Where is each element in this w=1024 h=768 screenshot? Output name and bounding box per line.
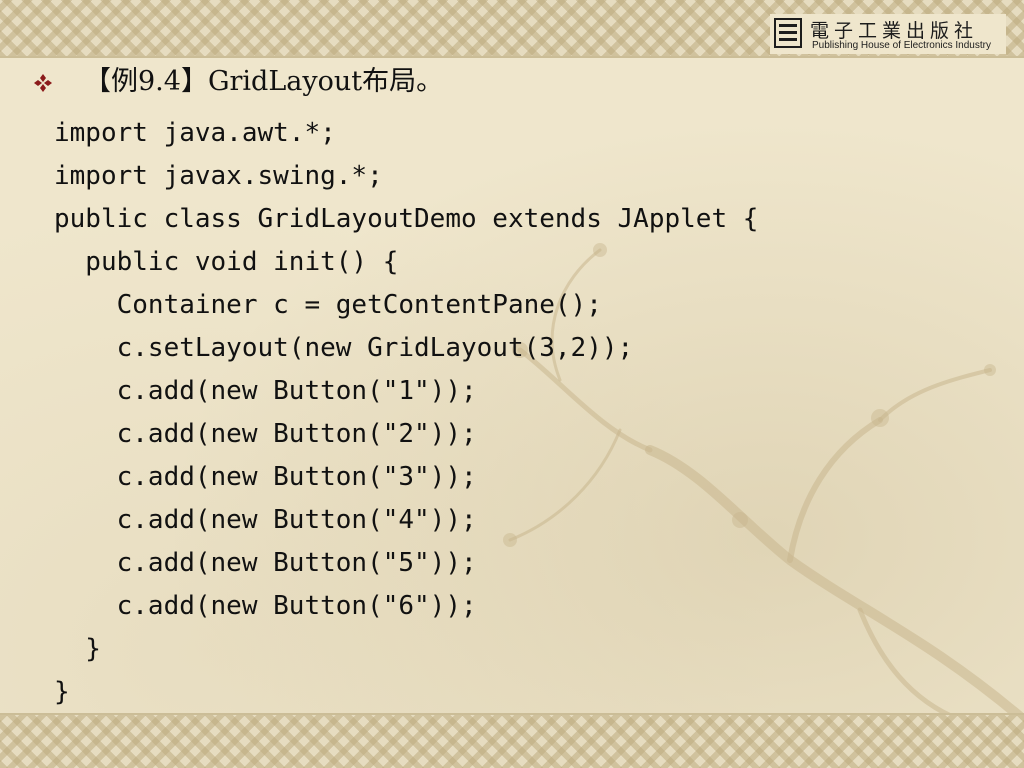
publisher-logo-icon: [774, 18, 802, 48]
code-line: c.add(new Button("6"));: [54, 591, 477, 621]
publisher-name-chinese: 電子工業出版社: [810, 20, 979, 42]
slide-title: 【例9.4】GridLayout布局。: [84, 66, 444, 97]
code-line: }: [54, 677, 70, 707]
code-line: c.add(new Button("1"));: [54, 376, 477, 406]
slide: 電子工業出版社 Publishing House of Electronics …: [0, 0, 1024, 768]
code-line: import javax.swing.*;: [54, 161, 383, 191]
code-line: public void init() {: [54, 247, 399, 277]
code-line: c.add(new Button("4"));: [54, 505, 477, 535]
slide-content: 【例9.4】GridLayout布局。: [34, 60, 994, 104]
code-line: c.add(new Button("5"));: [54, 548, 477, 578]
publisher-name-english: Publishing House of Electronics Industry: [812, 40, 991, 51]
title-row: 【例9.4】GridLayout布局。: [34, 60, 994, 104]
publisher-logo: 電子工業出版社 Publishing House of Electronics …: [770, 14, 1006, 54]
code-line: public class GridLayoutDemo extends JApp…: [54, 204, 759, 234]
code-line: import java.awt.*;: [54, 118, 336, 148]
code-line: }: [54, 634, 101, 664]
code-line: c.add(new Button("3"));: [54, 462, 477, 492]
code-line: Container c = getContentPane();: [54, 290, 602, 320]
code-block: import java.awt.*; import javax.swing.*; p…: [54, 112, 758, 714]
code-line: c.setLayout(new GridLayout(3,2));: [54, 333, 634, 363]
bottom-border-decoration: [0, 713, 1024, 768]
code-line: c.add(new Button("2"));: [54, 419, 477, 449]
diamond-bullet-icon: [34, 74, 52, 92]
